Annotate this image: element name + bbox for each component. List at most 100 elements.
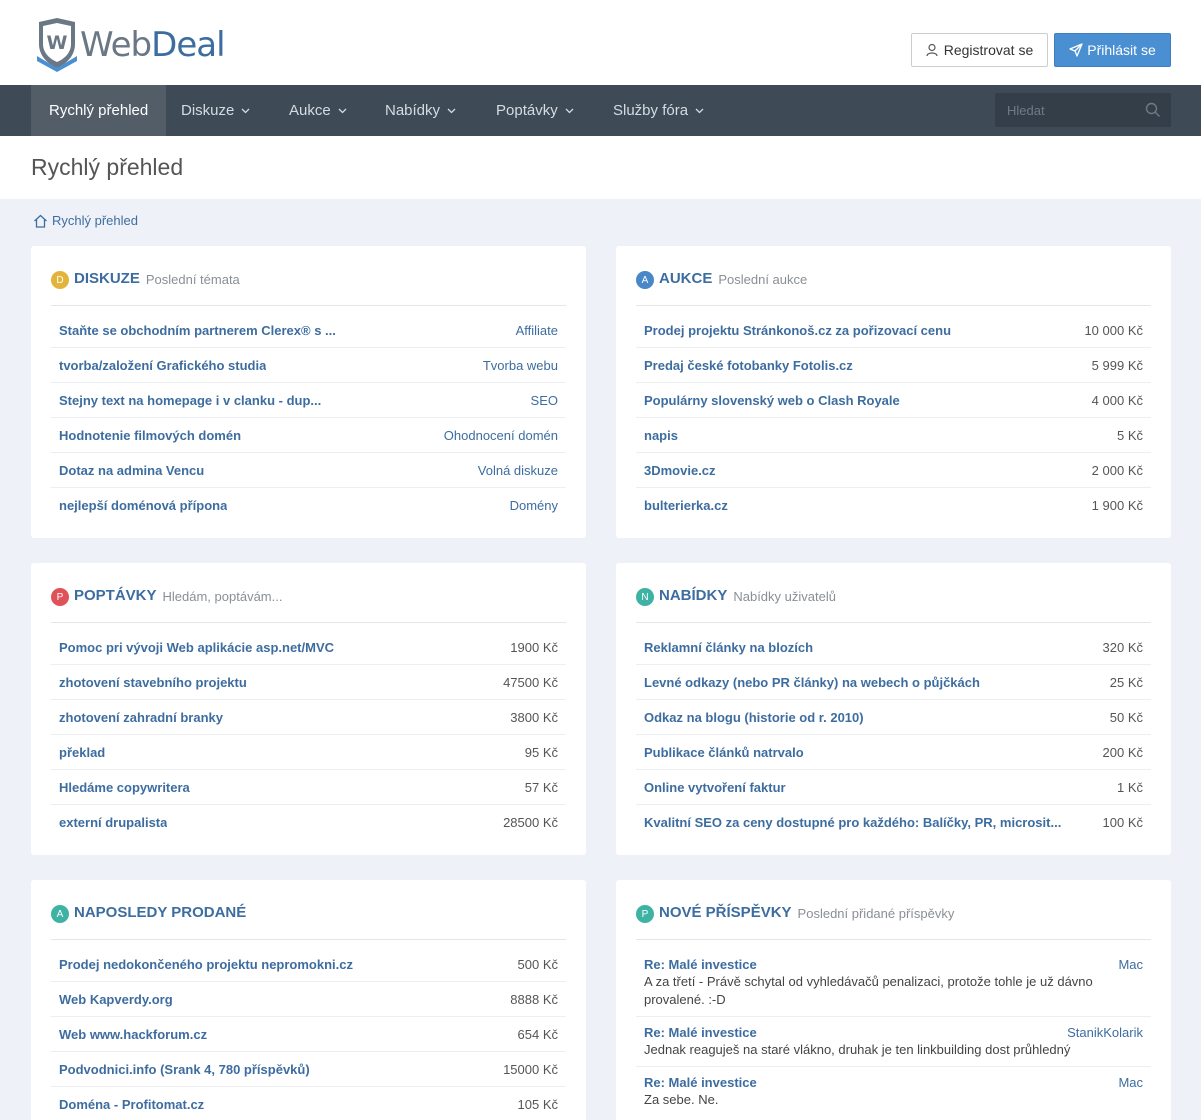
list-item[interactable]: Prodej projektu Stránkonoš.cz za pořizov… <box>636 313 1151 348</box>
nav-item-aukce[interactable]: Aukce <box>271 85 365 136</box>
post-author[interactable]: Mac <box>1118 1075 1143 1090</box>
item-title[interactable]: Staňte se obchodním partnerem Clerex® s … <box>59 323 336 338</box>
item-title[interactable]: napis <box>644 428 678 443</box>
badge-d: D <box>51 271 69 289</box>
item-title[interactable]: překlad <box>59 745 105 760</box>
list-item[interactable]: napis 5 Kč <box>636 418 1151 453</box>
card-title[interactable]: NOVÉ PŘÍSPĚVKY <box>659 902 792 924</box>
item-title[interactable]: nejlepší doménová přípona <box>59 498 227 513</box>
item-title[interactable]: Hodnotenie filmových domén <box>59 428 241 443</box>
list-item[interactable]: zhotovení stavebního projektu 47500 Kč <box>51 665 566 700</box>
item-title[interactable]: Levné odkazy (nebo PR články) na webech … <box>644 675 980 690</box>
item-category[interactable]: Affiliate <box>516 323 558 338</box>
list-item[interactable]: Online vytvoření faktur 1 Kč <box>636 770 1151 805</box>
item-title[interactable]: Online vytvoření faktur <box>644 780 786 795</box>
nav-item-rychly-prehled[interactable]: Rychlý přehled <box>31 85 167 136</box>
card-title[interactable]: NABÍDKY <box>659 585 727 607</box>
item-title[interactable]: Dotaz na admina Vencu <box>59 463 204 478</box>
item-title[interactable]: tvorba/založení Grafického studia <box>59 358 266 373</box>
list-item[interactable]: Pomoc pri vývoji Web aplikácie asp.net/M… <box>51 630 566 665</box>
badge-p: P <box>51 588 69 606</box>
item-title[interactable]: Doména - Profitomat.cz <box>59 1097 204 1112</box>
item-title[interactable]: zhotovení zahradní branky <box>59 710 223 725</box>
post-excerpt: A za třetí - Právě schytal od vyhledávač… <box>644 974 1093 1007</box>
list-item[interactable]: Staňte se obchodním partnerem Clerex® s … <box>51 313 566 348</box>
list-item[interactable]: Reklamní články na blozích 320 Kč <box>636 630 1151 665</box>
list-item[interactable]: nejlepší doménová přípona Domény <box>51 488 566 523</box>
nav-item-sluzby-fora[interactable]: Služby fóra <box>595 85 722 136</box>
item-title[interactable]: Odkaz na blogu (historie od r. 2010) <box>644 710 864 725</box>
list-item[interactable]: tvorba/založení Grafického studia Tvorba … <box>51 348 566 383</box>
site-logo[interactable]: W WebDeal <box>36 18 226 72</box>
search-input[interactable] <box>995 93 1135 127</box>
register-button[interactable]: Registrovat se <box>911 33 1048 67</box>
list-item[interactable]: Publikace článků natrvalo 200 Kč <box>636 735 1151 770</box>
list-item[interactable]: Levné odkazy (nebo PR články) na webech … <box>636 665 1151 700</box>
list-item[interactable]: Podvodnici.info (Srank 4, 780 příspěvků)… <box>51 1052 566 1087</box>
item-title[interactable]: Hledáme copywritera <box>59 780 190 795</box>
card-title[interactable]: NAPOSLEDY PRODANÉ <box>74 902 246 924</box>
search-icon[interactable] <box>1145 102 1161 118</box>
item-price: 1 Kč <box>1116 779 1143 795</box>
item-title[interactable]: Predaj české fotobanky Fotolis.cz <box>644 358 853 373</box>
item-category[interactable]: Volná diskuze <box>478 463 558 478</box>
item-title[interactable]: zhotovení stavebního projektu <box>59 675 247 690</box>
item-title[interactable]: Podvodnici.info (Srank 4, 780 příspěvků) <box>59 1062 310 1077</box>
list-item[interactable]: externí drupalista 28500 Kč <box>51 805 566 840</box>
nav-item-diskuze[interactable]: Diskuze <box>163 85 268 136</box>
item-title[interactable]: Kvalitní SEO za ceny dostupné pro každéh… <box>644 815 1061 830</box>
item-title[interactable]: Publikace článků natrvalo <box>644 745 804 760</box>
card-title[interactable]: DISKUZE <box>74 268 140 290</box>
item-category[interactable]: SEO <box>531 393 558 408</box>
post-title[interactable]: Re: Malé investice <box>644 1075 757 1090</box>
post-title[interactable]: Re: Malé investice <box>644 957 757 972</box>
nav-item-poptavky[interactable]: Poptávky <box>478 85 592 136</box>
list-item[interactable]: Dotaz na admina Vencu Volná diskuze <box>51 453 566 488</box>
list-item[interactable]: Doména - Profitomat.cz 105 Kč <box>51 1087 566 1120</box>
item-category[interactable]: Ohodnocení domén <box>444 428 558 443</box>
login-button[interactable]: Přihlásit se <box>1054 33 1171 67</box>
post-item[interactable]: Re: Malé investice Mac Za sebe. Ne. <box>636 1067 1151 1116</box>
item-title[interactable]: Populárny slovenský web o Clash Royale <box>644 393 900 408</box>
breadcrumb[interactable]: Rychlý přehled <box>33 213 138 228</box>
list-item[interactable]: Web www.hackforum.cz 654 Kč <box>51 1017 566 1052</box>
item-title[interactable]: Prodej projektu Stránkonoš.cz za pořizov… <box>644 323 951 338</box>
post-author[interactable]: Mac <box>1118 957 1143 972</box>
item-title[interactable]: 3Dmovie.cz <box>644 463 716 478</box>
item-title[interactable]: externí drupalista <box>59 815 167 830</box>
item-category[interactable]: Tvorba webu <box>483 358 558 373</box>
post-item[interactable]: Re: Malé investice StanikKolarik Jednak r… <box>636 1017 1151 1067</box>
nav-label: Poptávky <box>496 102 558 119</box>
list-item[interactable]: Stejny text na homepage i v clanku - dup… <box>51 383 566 418</box>
item-title[interactable]: Stejny text na homepage i v clanku - dup… <box>59 393 321 408</box>
card-title[interactable]: AUKCE <box>659 268 712 290</box>
list-item[interactable]: Odkaz na blogu (historie od r. 2010) 50 K… <box>636 700 1151 735</box>
list-item[interactable]: Predaj české fotobanky Fotolis.cz 5 999 K… <box>636 348 1151 383</box>
item-category[interactable]: Domény <box>510 498 558 513</box>
list-item[interactable]: Kvalitní SEO za ceny dostupné pro každéh… <box>636 805 1151 840</box>
list-item[interactable]: Populárny slovenský web o Clash Royale 4 … <box>636 383 1151 418</box>
list-item[interactable]: Hodnotenie filmových domén Ohodnocení dom… <box>51 418 566 453</box>
nav-label: Aukce <box>289 102 331 119</box>
list-item[interactable]: zhotovení zahradní branky 3800 Kč <box>51 700 566 735</box>
item-title[interactable]: Pomoc pri vývoji Web aplikácie asp.net/M… <box>59 640 334 655</box>
list-item[interactable]: 3Dmovie.cz 2 000 Kč <box>636 453 1151 488</box>
card-title[interactable]: POPTÁVKY <box>74 585 157 607</box>
page-title: Rychlý přehled <box>31 154 184 180</box>
item-title[interactable]: Reklamní články na blozích <box>644 640 813 655</box>
breadcrumb-link[interactable]: Rychlý přehled <box>52 213 138 228</box>
list-item[interactable]: bulterierka.cz 1 900 Kč <box>636 488 1151 523</box>
list-item[interactable]: překlad 95 Kč <box>51 735 566 770</box>
list-item[interactable]: Web Kapverdy.org 8888 Kč <box>51 982 566 1017</box>
item-title[interactable]: Prodej nedokončeného projektu nepromokni… <box>59 957 353 972</box>
send-icon <box>1069 43 1083 57</box>
list-item[interactable]: Prodej nedokončeného projektu nepromokni… <box>51 947 566 982</box>
item-title[interactable]: Web Kapverdy.org <box>59 992 173 1007</box>
item-title[interactable]: Web www.hackforum.cz <box>59 1027 207 1042</box>
list-item[interactable]: Hledáme copywritera 57 Kč <box>51 770 566 805</box>
item-title[interactable]: bulterierka.cz <box>644 498 728 513</box>
post-item[interactable]: Re: Malé investice Mac A za třetí - Právě… <box>636 949 1151 1017</box>
nav-item-nabidky[interactable]: Nabídky <box>367 85 474 136</box>
post-title[interactable]: Re: Malé investice <box>644 1025 757 1040</box>
post-author[interactable]: StanikKolarik <box>1067 1025 1143 1040</box>
